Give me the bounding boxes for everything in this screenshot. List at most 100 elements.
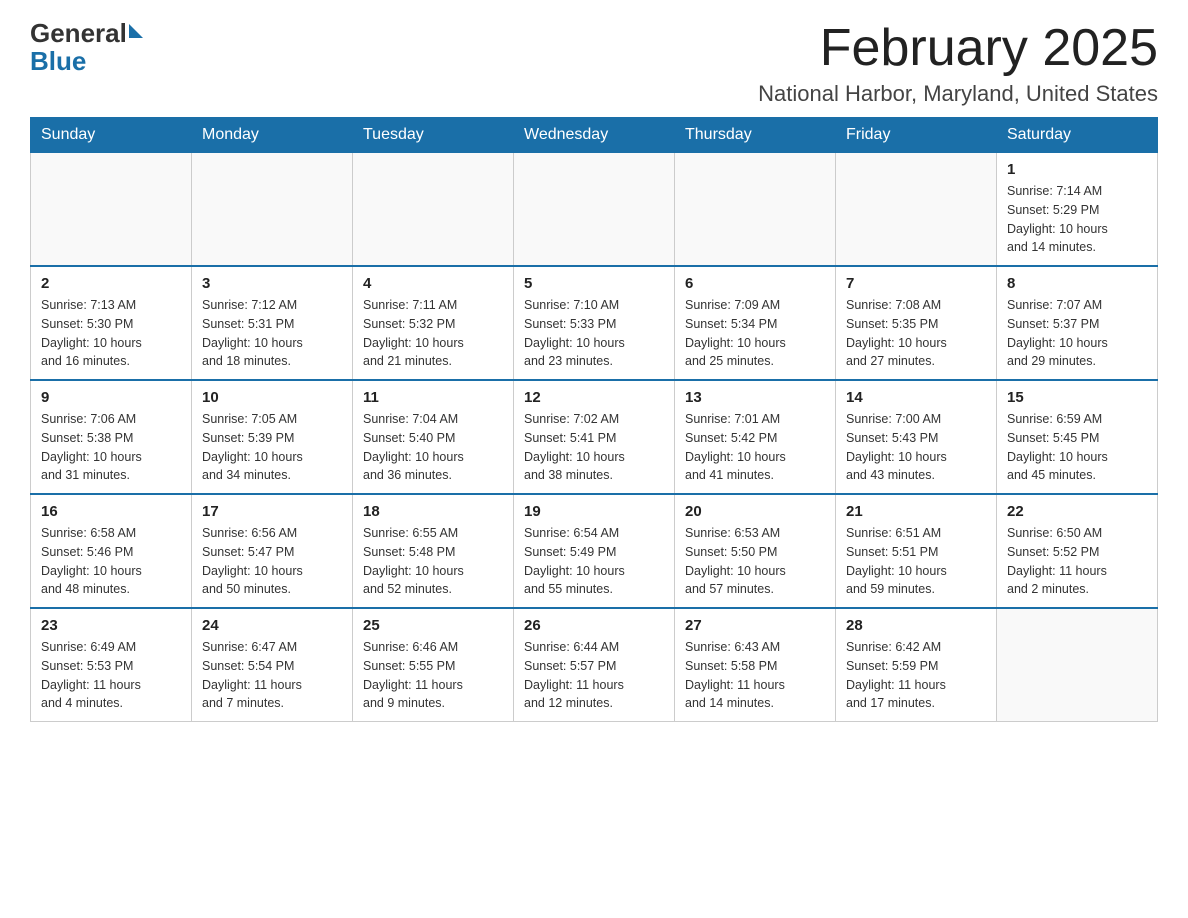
calendar-week-3: 9 Sunrise: 7:06 AM Sunset: 5:38 PM Daylig… bbox=[31, 380, 1158, 494]
calendar-cell: 19 Sunrise: 6:54 AM Sunset: 5:49 PM Dayli… bbox=[514, 494, 675, 608]
calendar-cell: 27Sunrise: 6:43 AM Sunset: 5:58 PM Dayli… bbox=[675, 608, 836, 722]
logo-top: General bbox=[30, 20, 143, 46]
day-number: 3 bbox=[202, 275, 342, 292]
day-number: 20 bbox=[685, 503, 825, 520]
logo-blue-text: Blue bbox=[30, 46, 86, 77]
page-header: General Blue February 2025 National Harb… bbox=[30, 20, 1158, 107]
calendar-cell: 23Sunrise: 6:49 AM Sunset: 5:53 PM Dayli… bbox=[31, 608, 192, 722]
calendar-cell: 12Sunrise: 7:02 AM Sunset: 5:41 PM Dayli… bbox=[514, 380, 675, 494]
month-title: February 2025 bbox=[758, 20, 1158, 77]
calendar-cell: 5 Sunrise: 7:10 AM Sunset: 5:33 PM Daylig… bbox=[514, 266, 675, 380]
day-info: Sunrise: 6:51 AM Sunset: 5:51 PM Dayligh… bbox=[846, 524, 986, 599]
day-number: 11 bbox=[363, 389, 503, 406]
day-number: 26 bbox=[524, 617, 664, 634]
day-number: 25 bbox=[363, 617, 503, 634]
calendar-week-5: 23Sunrise: 6:49 AM Sunset: 5:53 PM Dayli… bbox=[31, 608, 1158, 722]
day-number: 6 bbox=[685, 275, 825, 292]
calendar-cell: 28Sunrise: 6:42 AM Sunset: 5:59 PM Dayli… bbox=[836, 608, 997, 722]
logo: General Blue bbox=[30, 20, 143, 77]
day-number: 14 bbox=[846, 389, 986, 406]
day-info: Sunrise: 7:05 AM Sunset: 5:39 PM Dayligh… bbox=[202, 410, 342, 485]
day-info: Sunrise: 6:56 AM Sunset: 5:47 PM Dayligh… bbox=[202, 524, 342, 599]
calendar-cell: 16 Sunrise: 6:58 AM Sunset: 5:46 PM Dayli… bbox=[31, 494, 192, 608]
day-info: Sunrise: 7:10 AM Sunset: 5:33 PM Dayligh… bbox=[524, 296, 664, 371]
calendar-cell: 25 Sunrise: 6:46 AM Sunset: 5:55 PM Dayli… bbox=[353, 608, 514, 722]
day-info: Sunrise: 7:14 AM Sunset: 5:29 PM Dayligh… bbox=[1007, 182, 1147, 257]
calendar-cell: 17Sunrise: 6:56 AM Sunset: 5:47 PM Dayli… bbox=[192, 494, 353, 608]
day-info: Sunrise: 7:07 AM Sunset: 5:37 PM Dayligh… bbox=[1007, 296, 1147, 371]
day-info: Sunrise: 6:55 AM Sunset: 5:48 PM Dayligh… bbox=[363, 524, 503, 599]
calendar-week-1: 1Sunrise: 7:14 AM Sunset: 5:29 PM Daylig… bbox=[31, 153, 1158, 267]
calendar-cell: 8 Sunrise: 7:07 AM Sunset: 5:37 PM Daylig… bbox=[997, 266, 1158, 380]
calendar-week-2: 2 Sunrise: 7:13 AM Sunset: 5:30 PM Daylig… bbox=[31, 266, 1158, 380]
day-info: Sunrise: 6:54 AM Sunset: 5:49 PM Dayligh… bbox=[524, 524, 664, 599]
day-number: 21 bbox=[846, 503, 986, 520]
calendar-cell: 6 Sunrise: 7:09 AM Sunset: 5:34 PM Daylig… bbox=[675, 266, 836, 380]
day-info: Sunrise: 6:46 AM Sunset: 5:55 PM Dayligh… bbox=[363, 638, 503, 713]
calendar-cell: 15 Sunrise: 6:59 AM Sunset: 5:45 PM Dayli… bbox=[997, 380, 1158, 494]
days-of-week-row: SundayMondayTuesdayWednesdayThursdayFrid… bbox=[31, 118, 1158, 153]
calendar-cell bbox=[192, 153, 353, 267]
day-info: Sunrise: 7:09 AM Sunset: 5:34 PM Dayligh… bbox=[685, 296, 825, 371]
calendar-cell bbox=[836, 153, 997, 267]
logo-general-text: General bbox=[30, 20, 127, 46]
calendar-header: SundayMondayTuesdayWednesdayThursdayFrid… bbox=[31, 118, 1158, 153]
day-info: Sunrise: 6:59 AM Sunset: 5:45 PM Dayligh… bbox=[1007, 410, 1147, 485]
day-info: Sunrise: 7:11 AM Sunset: 5:32 PM Dayligh… bbox=[363, 296, 503, 371]
calendar-week-4: 16 Sunrise: 6:58 AM Sunset: 5:46 PM Dayli… bbox=[31, 494, 1158, 608]
day-info: Sunrise: 7:13 AM Sunset: 5:30 PM Dayligh… bbox=[41, 296, 181, 371]
day-number: 22 bbox=[1007, 503, 1147, 520]
calendar-cell: 4 Sunrise: 7:11 AM Sunset: 5:32 PM Daylig… bbox=[353, 266, 514, 380]
location-text: National Harbor, Maryland, United States bbox=[758, 81, 1158, 107]
calendar-cell bbox=[514, 153, 675, 267]
day-info: Sunrise: 7:00 AM Sunset: 5:43 PM Dayligh… bbox=[846, 410, 986, 485]
day-of-week-thursday: Thursday bbox=[675, 118, 836, 153]
calendar-cell: 13Sunrise: 7:01 AM Sunset: 5:42 PM Dayli… bbox=[675, 380, 836, 494]
day-number: 19 bbox=[524, 503, 664, 520]
day-info: Sunrise: 6:44 AM Sunset: 5:57 PM Dayligh… bbox=[524, 638, 664, 713]
day-number: 7 bbox=[846, 275, 986, 292]
day-info: Sunrise: 6:47 AM Sunset: 5:54 PM Dayligh… bbox=[202, 638, 342, 713]
day-number: 8 bbox=[1007, 275, 1147, 292]
day-info: Sunrise: 6:53 AM Sunset: 5:50 PM Dayligh… bbox=[685, 524, 825, 599]
day-of-week-tuesday: Tuesday bbox=[353, 118, 514, 153]
calendar-cell: 2 Sunrise: 7:13 AM Sunset: 5:30 PM Daylig… bbox=[31, 266, 192, 380]
day-info: Sunrise: 7:12 AM Sunset: 5:31 PM Dayligh… bbox=[202, 296, 342, 371]
day-info: Sunrise: 7:06 AM Sunset: 5:38 PM Dayligh… bbox=[41, 410, 181, 485]
title-section: February 2025 National Harbor, Maryland,… bbox=[758, 20, 1158, 107]
calendar-cell: 14 Sunrise: 7:00 AM Sunset: 5:43 PM Dayli… bbox=[836, 380, 997, 494]
calendar-cell: 24Sunrise: 6:47 AM Sunset: 5:54 PM Dayli… bbox=[192, 608, 353, 722]
day-number: 4 bbox=[363, 275, 503, 292]
calendar-cell: 18 Sunrise: 6:55 AM Sunset: 5:48 PM Dayli… bbox=[353, 494, 514, 608]
calendar-cell: 26 Sunrise: 6:44 AM Sunset: 5:57 PM Dayli… bbox=[514, 608, 675, 722]
day-of-week-wednesday: Wednesday bbox=[514, 118, 675, 153]
logo-flag-icon bbox=[129, 24, 143, 38]
day-of-week-monday: Monday bbox=[192, 118, 353, 153]
calendar-cell: 11 Sunrise: 7:04 AM Sunset: 5:40 PM Dayli… bbox=[353, 380, 514, 494]
calendar-cell bbox=[31, 153, 192, 267]
day-info: Sunrise: 7:04 AM Sunset: 5:40 PM Dayligh… bbox=[363, 410, 503, 485]
day-number: 2 bbox=[41, 275, 181, 292]
calendar-cell bbox=[675, 153, 836, 267]
day-number: 12 bbox=[524, 389, 664, 406]
calendar-cell: 21 Sunrise: 6:51 AM Sunset: 5:51 PM Dayli… bbox=[836, 494, 997, 608]
day-info: Sunrise: 6:58 AM Sunset: 5:46 PM Dayligh… bbox=[41, 524, 181, 599]
calendar-cell: 10 Sunrise: 7:05 AM Sunset: 5:39 PM Dayli… bbox=[192, 380, 353, 494]
calendar-cell: 9 Sunrise: 7:06 AM Sunset: 5:38 PM Daylig… bbox=[31, 380, 192, 494]
day-number: 28 bbox=[846, 617, 986, 634]
day-number: 5 bbox=[524, 275, 664, 292]
calendar-cell: 7Sunrise: 7:08 AM Sunset: 5:35 PM Daylig… bbox=[836, 266, 997, 380]
day-info: Sunrise: 6:50 AM Sunset: 5:52 PM Dayligh… bbox=[1007, 524, 1147, 599]
day-of-week-friday: Friday bbox=[836, 118, 997, 153]
day-info: Sunrise: 7:01 AM Sunset: 5:42 PM Dayligh… bbox=[685, 410, 825, 485]
calendar-cell: 22 Sunrise: 6:50 AM Sunset: 5:52 PM Dayli… bbox=[997, 494, 1158, 608]
day-number: 18 bbox=[363, 503, 503, 520]
day-of-week-sunday: Sunday bbox=[31, 118, 192, 153]
calendar-cell: 20 Sunrise: 6:53 AM Sunset: 5:50 PM Dayli… bbox=[675, 494, 836, 608]
day-number: 15 bbox=[1007, 389, 1147, 406]
day-number: 23 bbox=[41, 617, 181, 634]
day-number: 10 bbox=[202, 389, 342, 406]
day-number: 9 bbox=[41, 389, 181, 406]
calendar-cell bbox=[997, 608, 1158, 722]
day-number: 16 bbox=[41, 503, 181, 520]
